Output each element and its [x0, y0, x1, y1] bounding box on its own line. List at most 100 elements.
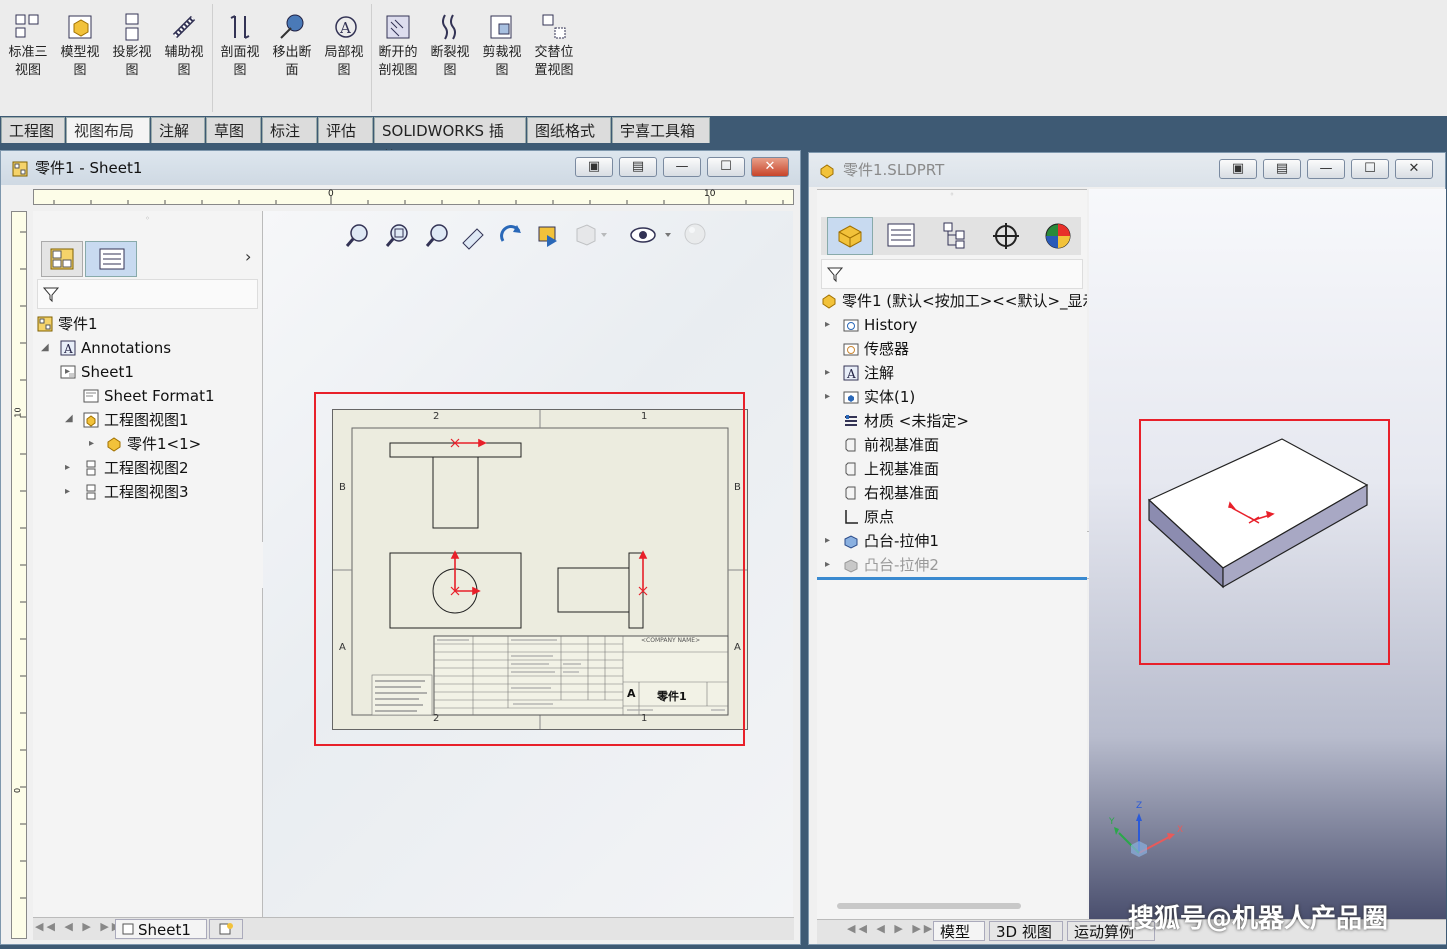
tree-item-boss-extrude1[interactable]: 凸台-拉伸1: [843, 530, 939, 552]
collapse-arrow-icon[interactable]: ◢: [41, 342, 49, 353]
tree-item-right-plane[interactable]: 右视基准面: [843, 482, 939, 504]
triad-icon: [1114, 813, 1175, 857]
tab-yuxi-toolbox[interactable]: 宇喜工具箱: [612, 117, 710, 143]
part-tree-icon: [838, 225, 862, 248]
ruler-ticks-v: [20, 231, 26, 899]
tab-solidworks-addins[interactable]: SOLIDWORKS 插件: [374, 117, 526, 166]
feature-manager-tab[interactable]: [41, 241, 83, 277]
tab-evaluate[interactable]: 评估: [318, 117, 373, 143]
tree-item-origin[interactable]: 原点: [843, 506, 894, 528]
part-icon: [822, 294, 836, 309]
display-manager-tab[interactable]: [1035, 217, 1081, 255]
tree-item-annotations[interactable]: A 注解: [843, 362, 894, 384]
auxiliary-view-button[interactable]: 辅助视图: [158, 8, 210, 108]
expand-arrow-icon[interactable]: ▸: [825, 559, 830, 570]
tree-item-material[interactable]: 材质 <未指定>: [843, 410, 969, 432]
break-view-icon: [442, 14, 456, 40]
filter-box[interactable]: [37, 279, 258, 309]
minimize-button[interactable]: —: [663, 157, 701, 177]
close-button[interactable]: ✕: [751, 157, 789, 177]
expand-arrow-icon[interactable]: ▸: [825, 367, 830, 378]
minimize-button[interactable]: —: [1307, 159, 1345, 179]
feature-manager-tab[interactable]: [827, 217, 873, 255]
maximize-button[interactable]: ☐: [707, 157, 745, 177]
expand-arrow-icon[interactable]: ▸: [825, 535, 830, 546]
tree-item-history[interactable]: History: [843, 314, 917, 336]
history-folder-icon: [843, 319, 859, 332]
tree-item-sensors[interactable]: 传感器: [843, 338, 909, 360]
tab-sheet-format[interactable]: 图纸格式: [527, 117, 611, 143]
maximize-button[interactable]: ☐: [1351, 159, 1389, 179]
standard-3-view-button[interactable]: 标准三 视图: [2, 8, 54, 108]
tile-alt-button[interactable]: ▤: [1263, 159, 1301, 179]
tab-sketch[interactable]: 草图: [206, 117, 261, 143]
tile-alt-button[interactable]: ▤: [619, 157, 657, 177]
filter-box[interactable]: [821, 259, 1083, 289]
model-view-button[interactable]: 模型视图: [54, 8, 106, 108]
tab-drawing[interactable]: 工程图: [1, 117, 65, 143]
broken-out-section-button[interactable]: 断开的 剖视图: [372, 8, 424, 108]
expand-arrow-icon[interactable]: ▸: [65, 486, 70, 497]
projected-view-button[interactable]: 投影视图: [106, 8, 158, 108]
ruler-ticks: [53, 196, 784, 204]
tile-button[interactable]: ▣: [1219, 159, 1257, 179]
display-style-icon: [576, 224, 607, 246]
section-view-button[interactable]: 剖面视图: [214, 8, 266, 108]
expand-arrow-icon[interactable]: ▸: [825, 391, 830, 402]
close-button[interactable]: ✕: [1395, 159, 1433, 179]
expand-arrow-icon[interactable]: ▸: [825, 319, 830, 330]
expand-arrow-icon[interactable]: ▸: [89, 438, 94, 449]
tab-model[interactable]: 模型: [933, 921, 985, 941]
plane-icon: [845, 462, 856, 476]
svg-text:A: A: [339, 19, 351, 37]
crop-view-button[interactable]: 剪裁视图: [476, 8, 528, 108]
tree-item-solid-bodies[interactable]: 实体(1): [843, 386, 915, 408]
configuration-manager-tab[interactable]: [931, 217, 977, 255]
expand-arrow-icon[interactable]: ▸: [65, 462, 70, 473]
tab-annotation[interactable]: 注解: [151, 117, 205, 143]
panel-grip[interactable]: ◦: [817, 189, 1087, 204]
rollback-bar[interactable]: [817, 577, 1087, 580]
tree-item-top-plane[interactable]: 上视基准面: [843, 458, 939, 480]
collapse-arrow-icon[interactable]: ◢: [65, 413, 73, 424]
property-manager-tab[interactable]: [85, 241, 137, 277]
tab-view-layout[interactable]: 视图布局: [66, 117, 150, 143]
property-manager-tab[interactable]: [879, 217, 925, 255]
drawing-window-titlebar: 零件1 - Sheet1 ▣ ▤ — ☐ ✕: [1, 151, 800, 185]
3d-graphics-area[interactable]: Z X Y: [1089, 189, 1446, 919]
detail-view-button[interactable]: A 局部视图: [318, 8, 370, 108]
manager-tab-strip: [821, 217, 1081, 255]
tree-root-drawing[interactable]: 零件1: [37, 313, 98, 335]
expand-arrow-icon[interactable]: ▸: [65, 366, 70, 377]
tab-3d-views[interactable]: 3D 视图: [989, 921, 1063, 941]
tree-item-front-plane[interactable]: 前视基准面: [843, 434, 939, 456]
tree-item-drawing-view2[interactable]: 工程图视图2: [83, 457, 189, 479]
tree-root-part[interactable]: 零件1 (默认<按加工><<默认>_显示: [821, 290, 1087, 312]
tree-item-part-reference[interactable]: 零件1<1>: [106, 433, 201, 455]
tree-item-drawing-view3[interactable]: 工程图视图3: [83, 481, 189, 503]
origin-icon: [845, 510, 858, 524]
panel-grip[interactable]: ◦: [33, 215, 262, 223]
tab-sheet1[interactable]: Sheet1: [115, 919, 207, 939]
tile-button[interactable]: ▣: [575, 157, 613, 177]
add-sheet-button[interactable]: [209, 919, 243, 939]
drawing-doc-icon: [37, 316, 53, 332]
rotate-icon: [500, 225, 521, 242]
removed-section-button[interactable]: 移出断面: [266, 8, 318, 108]
horizontal-scrollbar[interactable]: [837, 903, 1021, 909]
filter-icon: [42, 287, 60, 303]
tree-item-drawing-view1[interactable]: 工程图视图1: [83, 409, 189, 431]
part-window: 零件1.SLDPRT ▣ ▤ — ☐ ✕ ◦ 零件1 (默认<按加工><<默认>…: [808, 152, 1446, 945]
drawing-graphics-area[interactable]: 2 1 2 1 B B A A <COMPANY NAME> A 零件1: [263, 211, 793, 917]
tree-item-sheet1[interactable]: Sheet1: [60, 361, 134, 383]
sheet-nav-arrows-icon[interactable]: ◀◀ ◀ ▶ ▶▶: [35, 920, 123, 933]
tab-nav-arrows-icon[interactable]: ◀◀ ◀ ▶ ▶▶: [847, 922, 935, 935]
tab-markup[interactable]: 标注: [262, 117, 317, 143]
break-view-button[interactable]: 断裂视图: [424, 8, 476, 108]
chevron-right-icon[interactable]: ›: [245, 247, 251, 266]
tree-item-annotations[interactable]: A Annotations: [60, 337, 171, 359]
dimxpert-manager-tab[interactable]: [983, 217, 1029, 255]
tree-item-boss-extrude2[interactable]: 凸台-拉伸2: [843, 554, 939, 576]
alternate-position-view-button[interactable]: 交替位 置视图: [528, 8, 580, 108]
tree-item-sheet-format1[interactable]: Sheet Format1: [83, 385, 215, 407]
